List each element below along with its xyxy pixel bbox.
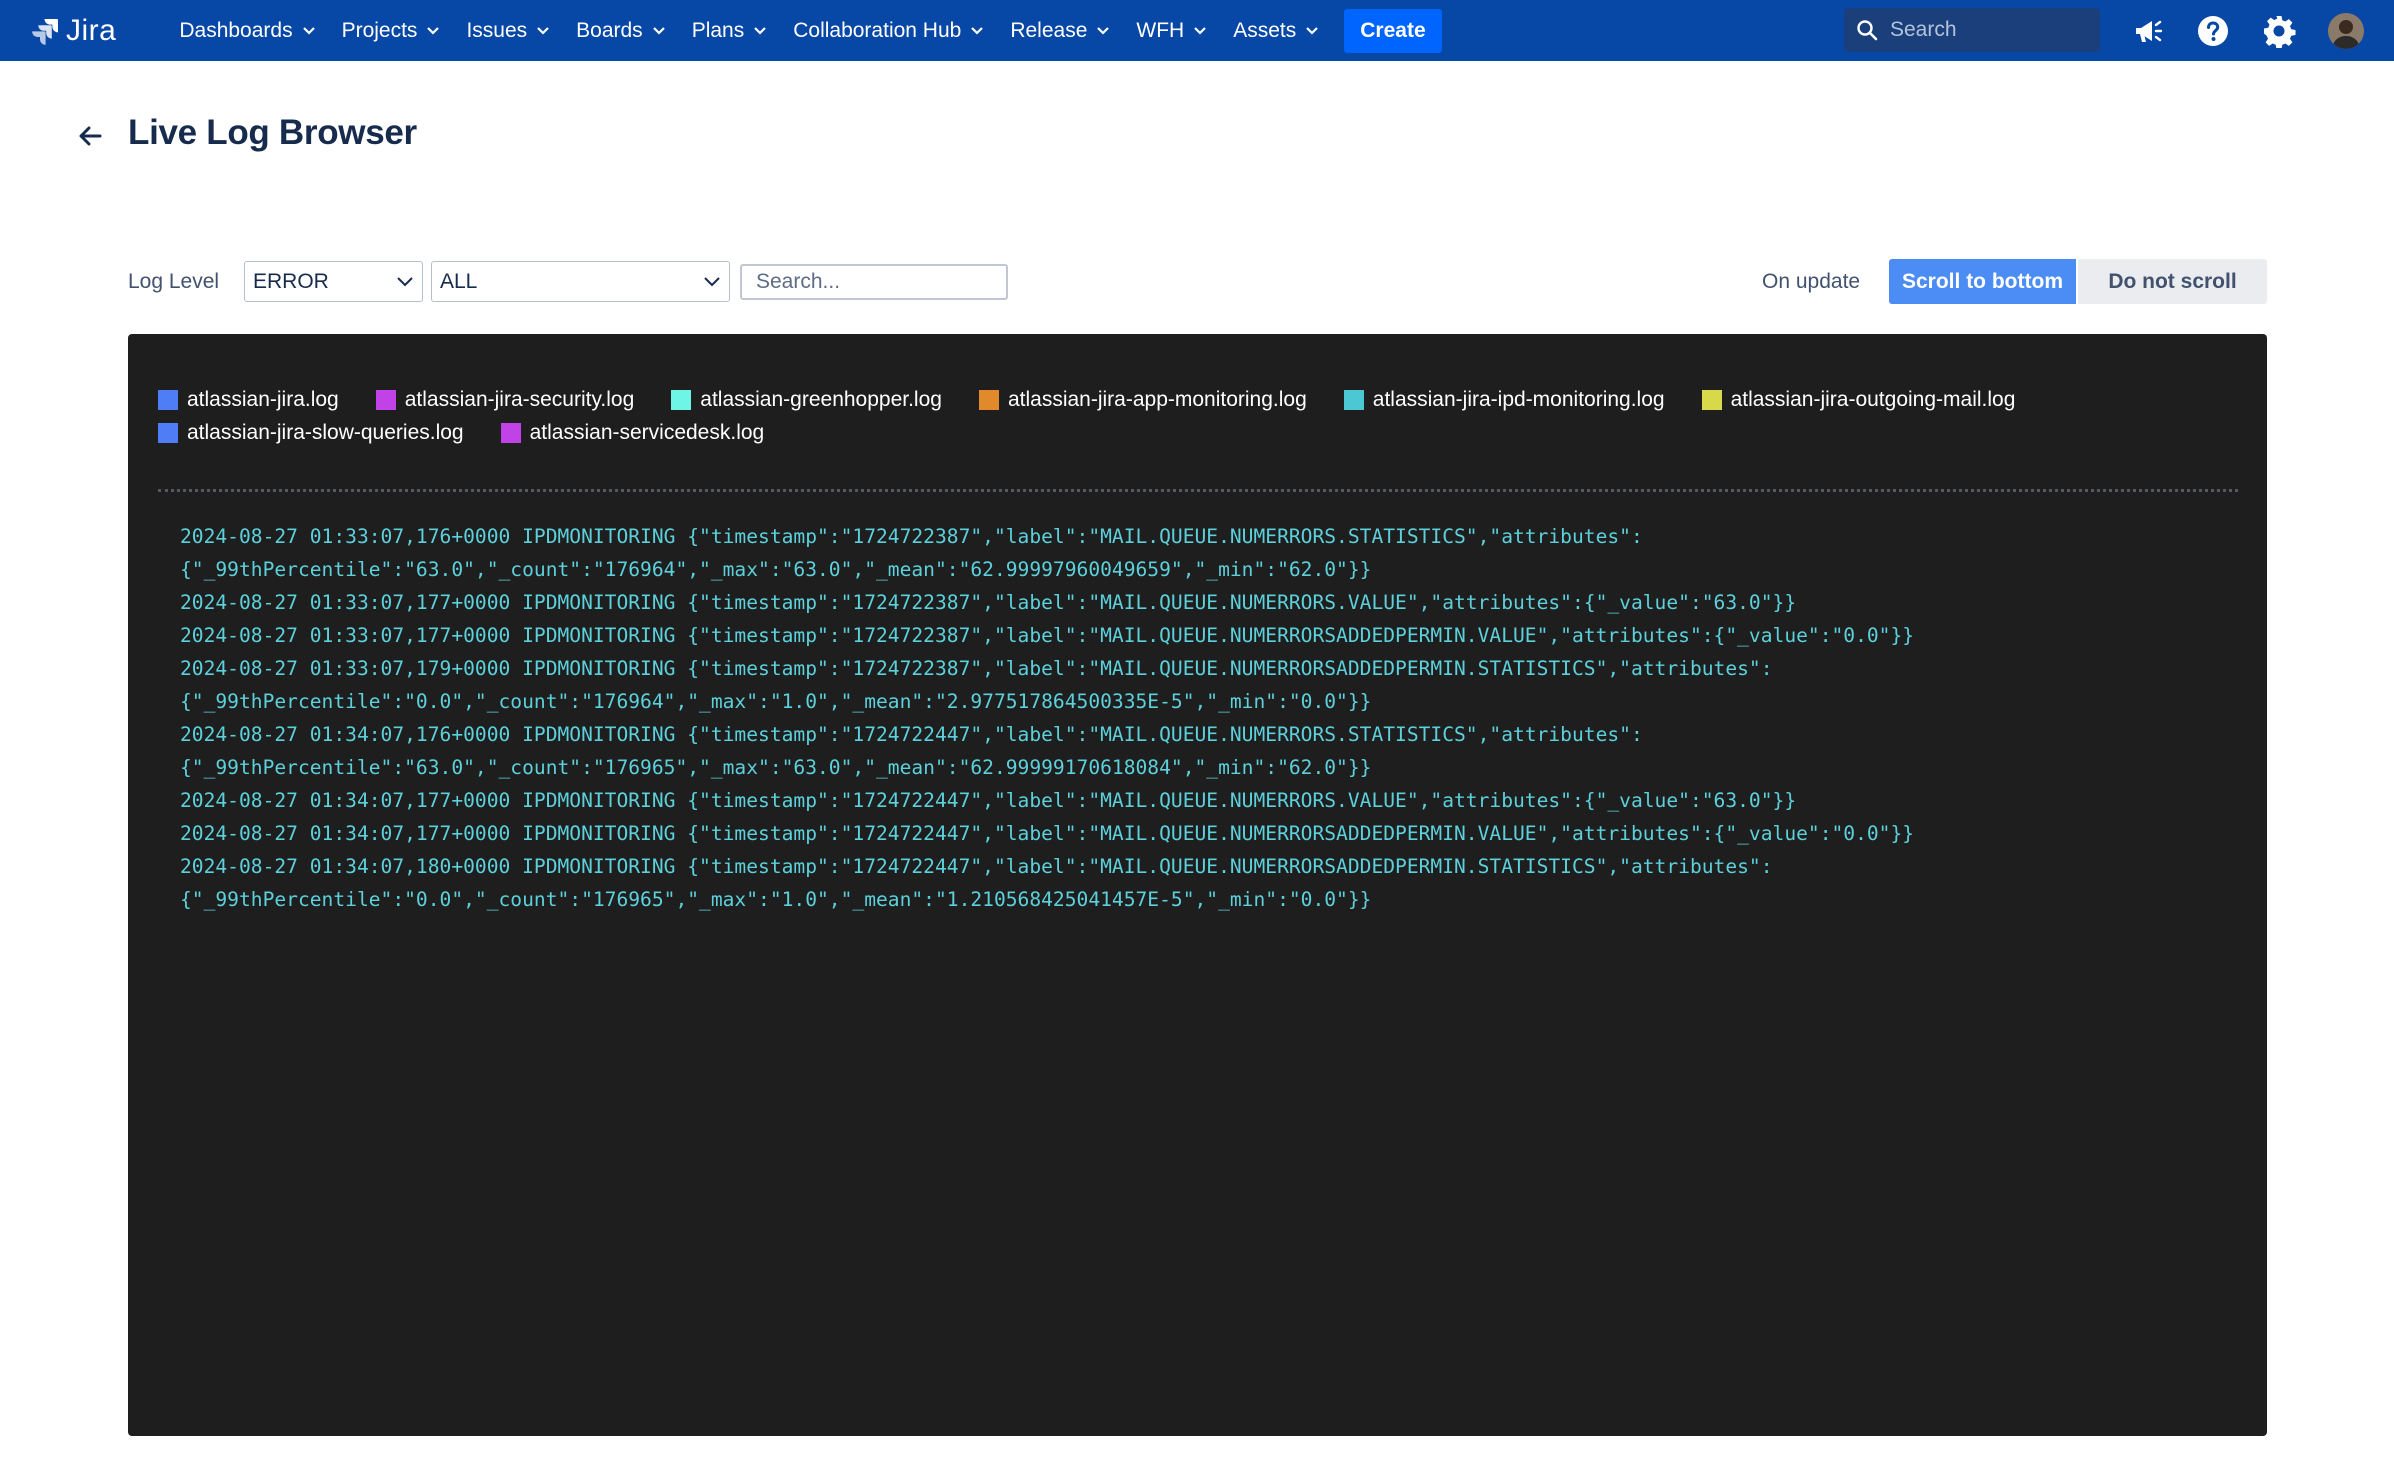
legend-item-atlassian-jira-outgoing-mail-log[interactable]: atlassian-jira-outgoing-mail.log xyxy=(1701,387,2016,412)
legend-item-atlassian-servicedesk-log[interactable]: atlassian-servicedesk.log xyxy=(500,420,765,445)
chevron-down-icon xyxy=(753,26,767,36)
legend-swatch xyxy=(158,389,178,410)
legend-item-label: atlassian-jira-outgoing-mail.log xyxy=(1730,387,2016,411)
nav-item-label: Collaboration Hub xyxy=(793,18,962,42)
log-panel[interactable]: atlassian-jira.log atlassian-jira-securi… xyxy=(128,334,2267,1436)
jira-logo[interactable]: Jira xyxy=(30,0,116,61)
gear-icon[interactable] xyxy=(2262,14,2296,48)
search-icon xyxy=(1857,20,1878,41)
log-level-select[interactable]: ERROR xyxy=(244,261,423,302)
nav-menu: Dashboards Projects Issues Boards Plans … xyxy=(166,0,1442,61)
legend-swatch xyxy=(1343,389,1364,410)
megaphone-icon[interactable] xyxy=(2131,14,2165,48)
nav-item-boards[interactable]: Boards xyxy=(563,0,679,61)
legend-item-atlassian-jira-security-log[interactable]: atlassian-jira-security.log xyxy=(375,387,635,412)
global-search[interactable] xyxy=(1844,8,2100,52)
nav-item-label: Plans xyxy=(691,18,745,42)
nav-item-projects[interactable]: Projects xyxy=(329,0,454,61)
legend-swatch xyxy=(158,422,178,443)
legend-swatch xyxy=(1701,389,1722,410)
avatar[interactable] xyxy=(2328,13,2364,49)
legend-row: atlassian-jira-slow-queries.log atlassia… xyxy=(158,416,2258,449)
chevron-down-icon xyxy=(970,26,984,36)
legend-item-label: atlassian-jira-app-monitoring.log xyxy=(1007,387,1307,411)
log-line: 2024-08-27 01:33:07,179+0000 IPDMONITORI… xyxy=(180,657,1773,680)
log-line: 2024-08-27 01:34:07,180+0000 IPDMONITORI… xyxy=(180,855,1773,878)
log-line: 2024-08-27 01:34:07,177+0000 IPDMONITORI… xyxy=(180,822,1915,845)
legend-item-atlassian-jira-log[interactable]: atlassian-jira.log xyxy=(158,388,339,412)
log-line: 2024-08-27 01:33:07,177+0000 IPDMONITORI… xyxy=(180,624,1915,647)
nav-item-label: WFH xyxy=(1136,18,1185,42)
chevron-down-icon xyxy=(652,26,666,36)
legend-item-label: atlassian-jira-ipd-monitoring.log xyxy=(1372,387,1665,411)
log-source-select[interactable]: ALL xyxy=(431,261,730,302)
log-line: {"_99thPercentile":"63.0","_count":"1769… xyxy=(180,558,1372,581)
global-search-input[interactable] xyxy=(1890,18,2090,42)
legend-swatch xyxy=(375,389,396,410)
log-source-select-value: ALL xyxy=(440,269,478,293)
legend-item-label: atlassian-jira-security.log xyxy=(404,387,635,411)
nav-item-label: Dashboards xyxy=(179,18,293,42)
log-line: 2024-08-27 01:34:07,177+0000 IPDMONITORI… xyxy=(180,789,1797,812)
chevron-down-icon xyxy=(302,26,316,36)
do-not-scroll-button[interactable]: Do not scroll xyxy=(2078,259,2267,304)
log-line: {"_99thPercentile":"0.0","_count":"17696… xyxy=(180,690,1372,713)
legend-item-label: atlassian-greenhopper.log xyxy=(700,387,942,411)
log-line: {"_99thPercentile":"0.0","_count":"17696… xyxy=(180,888,1372,911)
log-level-label: Log Level xyxy=(128,270,220,293)
legend-swatch xyxy=(978,389,999,410)
chevron-down-icon xyxy=(1305,26,1319,36)
nav-item-wfh[interactable]: WFH xyxy=(1123,0,1220,61)
legend-item-atlassian-jira-app-monitoring-log[interactable]: atlassian-jira-app-monitoring.log xyxy=(978,387,1307,412)
create-button[interactable]: Create xyxy=(1344,8,1442,53)
legend-item-label: atlassian-servicedesk.log xyxy=(529,420,765,444)
legend-item-atlassian-jira-ipd-monitoring-log[interactable]: atlassian-jira-ipd-monitoring.log xyxy=(1343,387,1665,412)
on-update-label: On update xyxy=(1762,270,1861,293)
nav-item-label: Release xyxy=(1010,18,1088,42)
chevron-down-icon xyxy=(426,26,440,36)
chevron-down-icon xyxy=(536,26,550,36)
log-line: 2024-08-27 01:34:07,176+0000 IPDMONITORI… xyxy=(180,723,1643,746)
log-line: 2024-08-27 01:33:07,176+0000 IPDMONITORI… xyxy=(180,525,1643,548)
nav-item-label: Projects xyxy=(341,18,418,42)
nav-item-assets[interactable]: Assets xyxy=(1220,0,1332,61)
legend-item-atlassian-greenhopper-log[interactable]: atlassian-greenhopper.log xyxy=(671,388,942,412)
legend-divider xyxy=(158,489,2238,492)
nav-item-plans[interactable]: Plans xyxy=(679,0,781,61)
log-output: 2024-08-27 01:33:07,176+0000 IPDMONITORI… xyxy=(180,520,2240,916)
scroll-to-bottom-button[interactable]: Scroll to bottom xyxy=(1889,259,2076,304)
nav-item-release[interactable]: Release xyxy=(997,0,1123,61)
log-line: {"_99thPercentile":"63.0","_count":"1769… xyxy=(180,756,1372,779)
jira-logo-icon xyxy=(32,18,58,45)
nav-item-dashboards[interactable]: Dashboards xyxy=(166,0,328,61)
nav-item-collaboration-hub[interactable]: Collaboration Hub xyxy=(780,0,997,61)
page-title: Live Log Browser xyxy=(128,113,417,152)
legend-item-label: atlassian-jira-slow-queries.log xyxy=(187,420,464,444)
chevron-down-icon xyxy=(397,276,413,286)
logo-text: Jira xyxy=(66,13,117,47)
top-navigation: Jira Dashboards Projects Issues Boards P… xyxy=(0,0,2394,61)
legend-item-label: atlassian-jira.log xyxy=(187,387,339,411)
legend-swatch xyxy=(500,422,521,443)
log-level-select-value: ERROR xyxy=(253,269,329,293)
chevron-down-icon xyxy=(1193,26,1207,36)
log-line: 2024-08-27 01:33:07,177+0000 IPDMONITORI… xyxy=(180,591,1797,614)
log-search-input[interactable] xyxy=(740,264,1008,300)
legend-item-atlassian-jira-slow-queries-log[interactable]: atlassian-jira-slow-queries.log xyxy=(158,421,464,445)
nav-item-label: Boards xyxy=(576,18,643,42)
legend-swatch xyxy=(671,389,692,410)
back-button[interactable] xyxy=(74,120,106,152)
legend-row: atlassian-jira.log atlassian-jira-securi… xyxy=(158,383,2258,416)
chevron-down-icon xyxy=(1096,26,1110,36)
nav-item-issues[interactable]: Issues xyxy=(453,0,563,61)
arrow-left-icon xyxy=(79,126,102,146)
nav-item-label: Issues xyxy=(466,18,528,42)
nav-item-label: Assets xyxy=(1233,18,1297,42)
chevron-down-icon xyxy=(704,276,720,286)
help-icon[interactable] xyxy=(2196,14,2230,48)
log-file-legend: atlassian-jira.log atlassian-jira-securi… xyxy=(158,383,2258,449)
user-avatar-icon xyxy=(2328,13,2364,49)
